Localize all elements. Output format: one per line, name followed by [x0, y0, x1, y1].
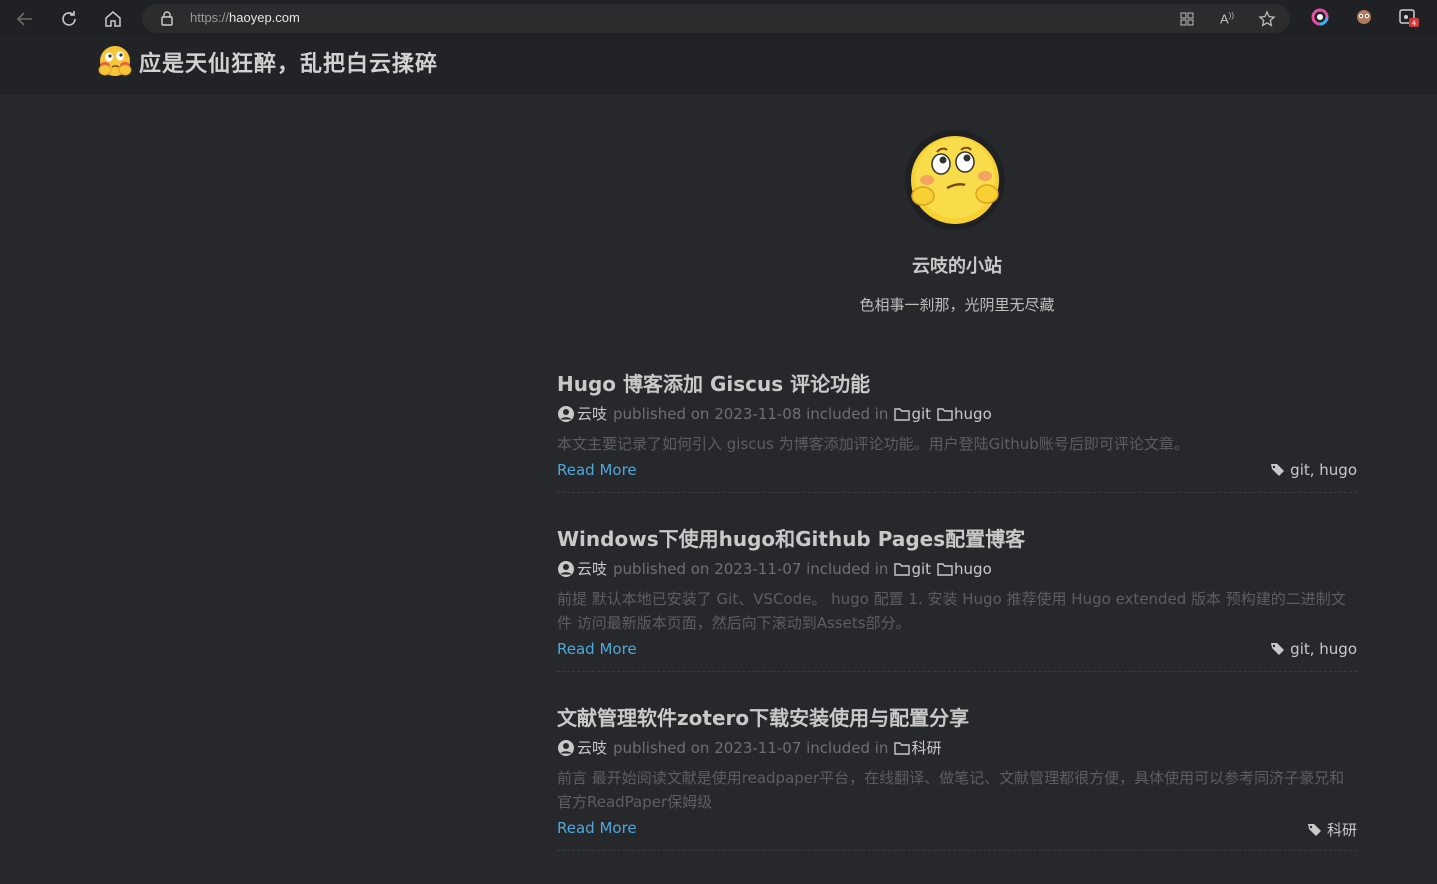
read-more-link[interactable]: Read More: [557, 461, 637, 479]
tags-label: git, hugo: [1290, 640, 1357, 658]
thinking-emoji-icon: [911, 136, 999, 224]
folder-icon: [937, 408, 953, 421]
category-label: hugo: [954, 560, 992, 578]
folder-icon: [894, 408, 911, 421]
apps-icon: [1180, 12, 1194, 26]
post-summary: 前提 默认本地已安装了 Git、VSCode。 hugo 配置 1. 安装 Hu…: [557, 590, 1346, 632]
post-summary: 前言 最开始阅读文献是使用readpaper平台，在线翻译、做笔记、文献管理都很…: [557, 769, 1345, 811]
user-circle-icon: [558, 740, 574, 756]
post-tags[interactable]: 科研: [1307, 819, 1357, 840]
category-label: git: [911, 405, 932, 423]
post-meta: 云吱 published on 2023-11-07 included in g…: [557, 559, 1357, 579]
category-label: git: [911, 560, 932, 578]
post-meta: 云吱 published on 2023-11-08 included in g…: [557, 404, 1357, 424]
profile-name: 云吱的小站: [912, 256, 1002, 277]
post-tags[interactable]: git, hugo: [1270, 461, 1357, 479]
home-button[interactable]: [91, 0, 135, 37]
post-footer: Read More git, hugo: [557, 456, 1357, 492]
url-scheme: https://: [190, 10, 230, 25]
post-title[interactable]: 文献管理软件zotero下载安装使用与配置分享: [557, 704, 1357, 732]
url-text: https://haoyep.com: [190, 10, 300, 25]
category-link[interactable]: hugo: [937, 559, 992, 579]
post-date-text: published on 2023-11-08 included in: [613, 405, 889, 423]
extension-owl-icon[interactable]: [1355, 8, 1375, 28]
read-aloud-button[interactable]: A)): [1217, 9, 1237, 29]
post-tags[interactable]: git, hugo: [1270, 640, 1357, 658]
post-author[interactable]: 云吱: [577, 404, 607, 424]
post-author[interactable]: 云吱: [577, 738, 607, 758]
avatar: [905, 130, 1005, 230]
favorite-button[interactable]: [1257, 9, 1277, 29]
site-header: 应是天仙狂醉，乱把白云揉碎: [0, 37, 1437, 94]
post-title[interactable]: Windows下使用hugo和Github Pages配置博客: [557, 525, 1357, 553]
extension-badge-icon[interactable]: 4: [1399, 8, 1419, 28]
reload-button[interactable]: [47, 0, 91, 37]
read-aloud-icon: A)): [1220, 11, 1234, 27]
category-link[interactable]: git: [894, 404, 931, 424]
read-more-link[interactable]: Read More: [557, 819, 637, 837]
tag-icon: [1307, 823, 1321, 836]
browser-toolbar: https://haoyep.com A)) 4: [0, 0, 1437, 37]
category-link[interactable]: 科研: [894, 738, 941, 758]
post-item: Hugo 博客添加 Giscus 评论功能 云吱 published on 20…: [557, 370, 1357, 493]
category-label: 科研: [911, 739, 942, 757]
star-icon: [1258, 10, 1276, 27]
lock-icon: [161, 11, 173, 26]
tag-icon: [1271, 643, 1285, 655]
tags-label: git, hugo: [1290, 461, 1357, 479]
tags-label: 科研: [1326, 821, 1357, 839]
svg-text:4: 4: [1412, 20, 1417, 28]
read-more-link[interactable]: Read More: [557, 640, 637, 658]
reload-icon: [62, 10, 76, 26]
post-item: 文献管理软件zotero下载安装使用与配置分享 云吱 published on …: [557, 704, 1357, 851]
tag-icon: [1271, 464, 1285, 476]
post-date-text: published on 2023-11-07 included in: [613, 739, 889, 757]
user-circle-icon: [558, 406, 574, 422]
post-meta: 云吱 published on 2023-11-07 included in 科…: [557, 738, 1357, 758]
post-footer: Read More 科研: [557, 814, 1357, 850]
category-label: hugo: [954, 405, 992, 423]
home-icon: [105, 10, 121, 27]
site-title: 应是天仙狂醉，乱把白云揉碎: [139, 52, 439, 77]
back-arrow-icon: [16, 11, 32, 26]
profile-motto: 色相事一刹那，光阴里无尽藏: [859, 296, 1055, 314]
user-circle-icon: [558, 561, 574, 577]
category-link[interactable]: hugo: [937, 404, 992, 424]
post-author[interactable]: 云吱: [577, 559, 607, 579]
post-footer: Read More git, hugo: [557, 635, 1357, 671]
folder-icon: [894, 563, 911, 576]
back-button[interactable]: [3, 0, 47, 37]
emoji-logo-icon: [98, 46, 132, 76]
post-item: Windows下使用hugo和Github Pages配置博客 云吱 publi…: [557, 525, 1357, 672]
post-title[interactable]: Hugo 博客添加 Giscus 评论功能: [557, 370, 1357, 398]
post-summary: 本文主要记录了如何引入 giscus 为博客添加评论功能。用户登陆Github账…: [557, 435, 1189, 453]
folder-icon: [937, 563, 953, 576]
apps-button[interactable]: [1177, 9, 1197, 29]
address-bar[interactable]: https://haoyep.com A)): [142, 4, 1290, 33]
url-host: haoyep.com: [229, 10, 300, 25]
site-brand[interactable]: 应是天仙狂醉，乱把白云揉碎: [97, 44, 438, 80]
category-link[interactable]: git: [894, 559, 931, 579]
folder-icon: [894, 742, 911, 755]
post-date-text: published on 2023-11-07 included in: [613, 560, 889, 578]
extension-color-icon[interactable]: [1311, 8, 1331, 28]
